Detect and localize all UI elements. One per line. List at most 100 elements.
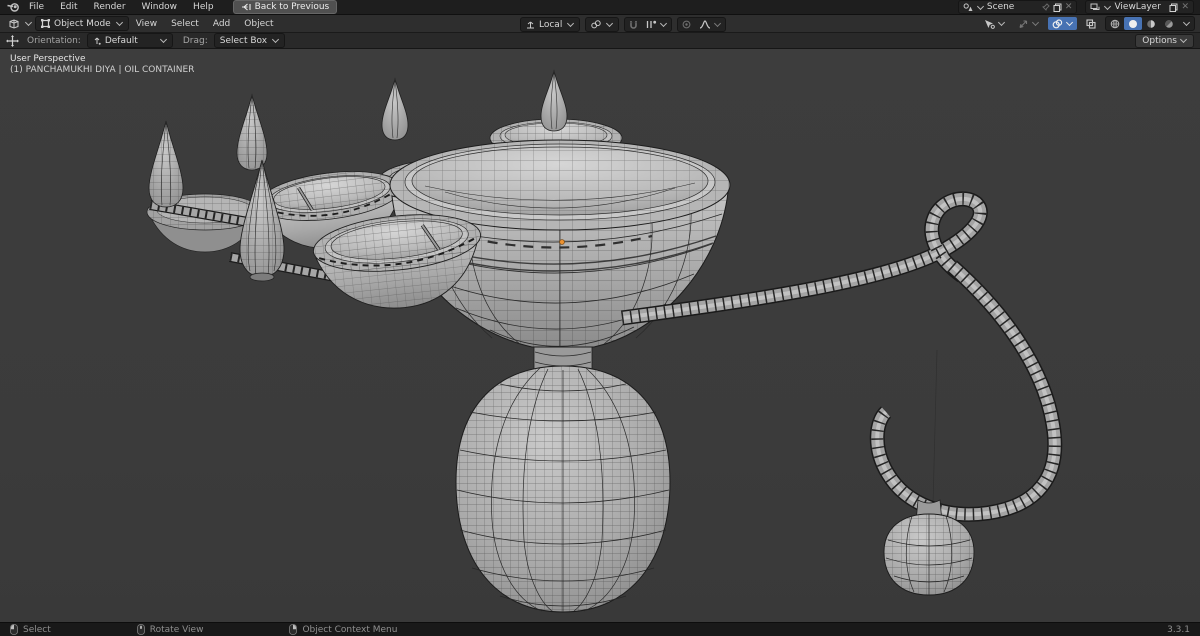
gizmo-icon	[1019, 19, 1028, 28]
status-hint-label: Select	[23, 624, 51, 635]
mode-label: Object Mode	[54, 18, 111, 29]
new-scene-icon[interactable]	[1053, 3, 1062, 12]
shading-rendered-button[interactable]	[1160, 17, 1178, 30]
pivot-point-dropdown[interactable]	[585, 17, 620, 32]
shading-dropdown[interactable]	[1178, 17, 1194, 30]
display-cluster	[980, 16, 1195, 31]
back-to-previous-button[interactable]: Back to Previous	[232, 0, 338, 14]
xray-icon	[1086, 18, 1096, 29]
mouse-middle-button-icon	[136, 624, 145, 635]
drag-setting-label: Drag:	[182, 35, 208, 46]
options-button[interactable]: Options	[1135, 33, 1194, 48]
solid-shading-icon	[1129, 19, 1137, 28]
drag-setting-chevron-icon	[272, 35, 280, 44]
proportional-editing-icon	[682, 20, 691, 29]
mouse-left-button-icon	[10, 624, 18, 635]
snap-target-dropdown[interactable]	[642, 18, 671, 31]
falloff-curve-icon	[700, 20, 711, 29]
topbar: File Edit Render Window Help Back to Pre…	[0, 0, 1200, 15]
snap-toggle-button[interactable]	[625, 18, 642, 31]
shading-wireframe-button[interactable]	[1106, 17, 1124, 30]
proportional-editing-group	[677, 17, 727, 32]
status-hint-label: Rotate View	[149, 624, 204, 635]
editor-type-selector[interactable]	[5, 16, 35, 31]
status-hint-context-menu: Object Context Menu	[289, 624, 397, 635]
scene-name[interactable]: Scene	[987, 2, 1039, 12]
mode-selector[interactable]: Object Mode	[35, 16, 129, 31]
viewlayer-selector[interactable]: ViewLayer ✕	[1085, 0, 1194, 14]
menu-render[interactable]: Render	[87, 0, 133, 15]
status-hint-label: Object Context Menu	[302, 624, 398, 635]
orientation-setting-value: Default	[104, 35, 138, 46]
model-main-bowl	[389, 139, 731, 613]
show-gizmo-dropdown[interactable]	[1014, 17, 1043, 30]
orientation-setting-chevron-icon	[159, 35, 167, 44]
menu-select[interactable]: Select	[164, 15, 206, 33]
tool-settings-bar: Orientation: Default Drag: Select Box Op…	[0, 33, 1200, 49]
options-label: Options	[1142, 35, 1177, 46]
xray-toggle[interactable]	[1082, 17, 1100, 30]
pivot-point-icon	[591, 20, 602, 29]
show-overlays-toggle[interactable]	[1048, 17, 1077, 30]
viewport-header: Object Mode View Select Add Object Local	[0, 15, 1200, 33]
rendered-shading-icon	[1165, 19, 1173, 28]
back-button-label: Back to Previous	[254, 2, 330, 12]
wireframe-shading-icon	[1110, 19, 1120, 28]
scene-icon	[963, 2, 973, 11]
orientation-setting-label: Orientation:	[27, 35, 81, 46]
object-mode-icon	[41, 19, 50, 28]
orientation-chevron-icon	[567, 19, 575, 28]
shading-material-button[interactable]	[1142, 17, 1160, 30]
menu-help[interactable]: Help	[186, 0, 221, 15]
orientation-axis-icon	[527, 21, 534, 29]
orientation-setting-dropdown[interactable]: Default	[86, 33, 173, 48]
blender-version: 3.3.1	[1167, 624, 1190, 635]
mode-chevron-icon	[115, 18, 123, 27]
scene-selector[interactable]: Scene ✕	[957, 0, 1078, 14]
menu-file[interactable]: File	[22, 0, 51, 15]
proportional-falloff-dropdown[interactable]	[695, 18, 725, 31]
viewlayer-name[interactable]: ViewLayer	[1114, 2, 1166, 12]
scene-browse-chevron-icon[interactable]	[976, 2, 984, 10]
pin-icon[interactable]	[1041, 2, 1050, 12]
editor-3d-viewport-icon	[9, 19, 19, 29]
drag-setting-value: Select Box	[219, 35, 268, 46]
overlays-icon	[1052, 18, 1063, 28]
menu-add[interactable]: Add	[206, 15, 237, 33]
menu-view[interactable]: View	[129, 15, 164, 33]
visibility-chevron-icon	[997, 18, 1006, 27]
pivot-chevron-icon	[606, 19, 614, 28]
object-origin-dot	[559, 239, 565, 245]
orientation-value: Local	[539, 19, 563, 30]
shading-chevron-icon	[1182, 18, 1191, 27]
viewport-canvas[interactable]	[0, 49, 1200, 622]
proportional-editing-toggle[interactable]	[678, 18, 695, 31]
delete-scene-icon[interactable]: ✕	[1065, 2, 1073, 12]
transform-orientation-dropdown[interactable]: Local	[520, 17, 581, 32]
viewport-3d[interactable]: User Perspective (1) PANCHAMUKHI DIYA | …	[0, 49, 1200, 622]
new-viewlayer-icon[interactable]	[1169, 3, 1178, 12]
drag-setting-dropdown[interactable]: Select Box	[213, 33, 286, 48]
active-tool-move-icon[interactable]	[6, 34, 19, 47]
viewlayer-icon	[1090, 3, 1100, 10]
menu-edit[interactable]: Edit	[53, 0, 84, 15]
snap-increment-icon	[647, 20, 657, 28]
material-shading-icon	[1147, 19, 1155, 28]
orientation-mini-axis-icon	[94, 37, 101, 45]
menu-window[interactable]: Window	[135, 0, 185, 15]
shading-mode-group	[1105, 16, 1195, 31]
visibility-pointer-icon	[985, 19, 995, 29]
transform-snap-cluster: Local	[520, 17, 727, 32]
delete-viewlayer-icon[interactable]: ✕	[1181, 2, 1189, 12]
viewlayer-browse-chevron-icon[interactable]	[1104, 2, 1112, 10]
overlays-chevron-icon	[1065, 18, 1074, 27]
shading-solid-button[interactable]	[1124, 17, 1142, 30]
object-visibility-dropdown[interactable]	[980, 17, 1009, 30]
menu-object[interactable]: Object	[237, 15, 280, 33]
status-hint-rotate: Rotate View	[136, 624, 204, 635]
status-hint-select: Select	[10, 624, 51, 635]
blender-logo-icon[interactable]	[6, 1, 20, 13]
magnet-icon	[630, 20, 638, 29]
status-bar: Select Rotate View Object Context Menu 3…	[0, 622, 1200, 636]
snapping-group	[624, 17, 673, 32]
